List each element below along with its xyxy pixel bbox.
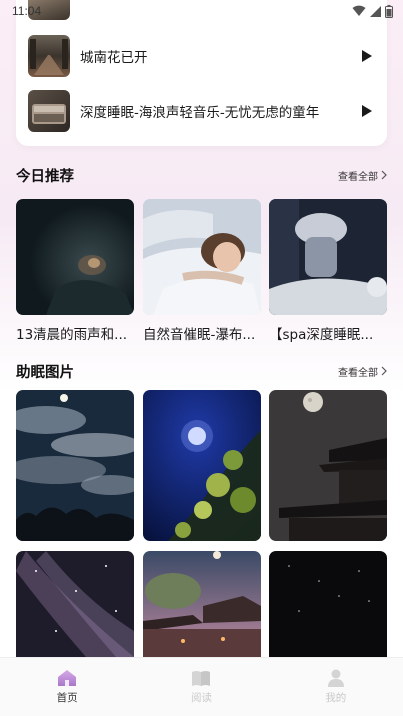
sleep-images-section-header: 助眠图片 查看全部 <box>16 360 387 382</box>
recommendation-image <box>269 199 387 315</box>
tab-profile[interactable]: 我的 <box>296 669 376 705</box>
recommendation-card[interactable]: 13清晨的雨声和... <box>16 199 134 343</box>
wifi-icon <box>352 5 366 16</box>
tab-home[interactable]: 首页 <box>27 669 107 705</box>
track-title: 城南花已开 <box>80 50 148 66</box>
track-row[interactable]: 城南花已开 <box>28 34 378 78</box>
track-thumbnail <box>28 90 70 132</box>
section-title: 今日推荐 <box>16 168 74 185</box>
home-icon <box>58 670 77 686</box>
view-all-label: 查看全部 <box>338 367 378 379</box>
recommendation-title: 自然音催眠-瀑布... <box>143 327 256 343</box>
recommendation-title: 【spa深度睡眠... <box>269 327 374 343</box>
view-all-link[interactable]: 查看全部 <box>338 168 387 183</box>
status-time: 11:04 <box>12 4 42 18</box>
tab-read[interactable]: 阅读 <box>161 670 241 705</box>
tab-label: 首页 <box>56 692 78 704</box>
tab-label: 我的 <box>325 692 347 704</box>
signal-icon <box>370 5 381 17</box>
status-icons <box>352 4 393 18</box>
track-thumbnail <box>28 35 70 77</box>
chevron-right-icon <box>381 170 387 180</box>
recommendation-card[interactable]: 自然音催眠-瀑布... <box>143 199 261 343</box>
sleep-image[interactable] <box>16 390 134 541</box>
track-title: 深度睡眠-海浪声轻音乐-无忧无虑的童年 <box>80 105 320 121</box>
sleep-image[interactable] <box>143 390 261 541</box>
recommendation-image <box>16 199 134 315</box>
sleep-image[interactable] <box>143 551 261 657</box>
book-icon <box>192 670 211 686</box>
sleep-image[interactable] <box>269 390 387 541</box>
section-title: 助眠图片 <box>16 364 74 381</box>
recommendation-image <box>143 199 261 315</box>
recommendation-card[interactable]: 【spa深度睡眠... <box>269 199 387 343</box>
view-all-link[interactable]: 查看全部 <box>338 364 387 379</box>
battery-icon <box>385 4 393 18</box>
sleep-image[interactable] <box>269 551 387 657</box>
today-section-header: 今日推荐 查看全部 <box>16 164 387 186</box>
user-icon <box>327 669 344 687</box>
play-icon[interactable] <box>356 45 378 67</box>
sleep-image[interactable] <box>16 551 134 657</box>
recommendation-row: 13清晨的雨声和... 自然音催眠-瀑布... 【spa深度睡眠... <box>16 199 387 349</box>
track-row[interactable]: 深度睡眠-海浪声轻音乐-无忧无虑的童年 <box>28 89 378 133</box>
tab-label: 阅读 <box>190 691 212 704</box>
status-bar: 11:04 <box>0 0 403 22</box>
recommendation-title: 13清晨的雨声和... <box>16 327 128 343</box>
play-icon[interactable] <box>356 100 378 122</box>
chevron-right-icon <box>381 366 387 376</box>
view-all-label: 查看全部 <box>338 171 378 183</box>
bottom-tab-bar: 首页 阅读 我的 <box>0 657 403 716</box>
